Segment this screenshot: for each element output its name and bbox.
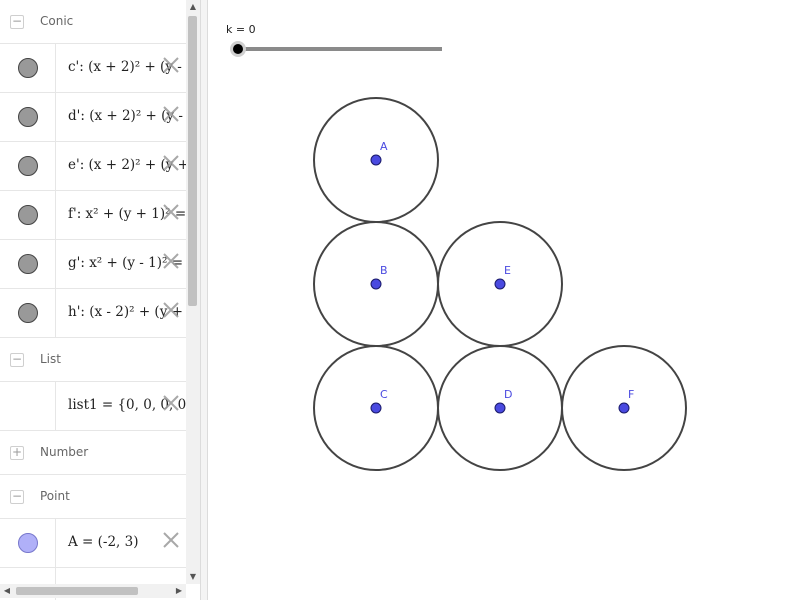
point-E[interactable] — [494, 278, 506, 290]
group-header-number[interactable]: + Number — [0, 431, 186, 475]
slider-label: k = 0 — [226, 23, 256, 36]
marble-cell — [0, 93, 56, 141]
scroll-up-icon[interactable]: ▲ — [186, 0, 200, 14]
visibility-toggle[interactable] — [18, 303, 38, 323]
object-definition[interactable]: A = (-2, 3) — [68, 534, 139, 550]
group-label: Conic — [40, 14, 74, 28]
point-D[interactable] — [494, 402, 506, 414]
points-layer: A B C D E F — [370, 140, 634, 414]
marble-cell — [0, 519, 56, 567]
expand-icon[interactable]: + — [10, 446, 24, 460]
visibility-toggle[interactable] — [18, 156, 38, 176]
horizontal-scrollbar[interactable]: ◀ ▶ — [0, 584, 186, 598]
graphics-canvas[interactable]: A B C D E F — [208, 0, 800, 600]
view-splitter[interactable] — [200, 0, 208, 600]
algebra-item[interactable]: g': x² + (y - 1)² = 1 — [0, 240, 186, 289]
algebra-item[interactable]: e': (x + 2)² + (y + 1)² = 1 — [0, 142, 186, 191]
algebra-item[interactable]: d': (x + 2)² + (y - 1)² = 1 — [0, 93, 186, 142]
marble-cell — [0, 240, 56, 288]
delete-icon[interactable] — [162, 252, 180, 270]
delete-icon[interactable] — [162, 56, 180, 74]
point-label-D: D — [504, 388, 512, 401]
point-B[interactable] — [370, 278, 382, 290]
algebra-item[interactable]: A = (-2, 3) — [0, 519, 186, 568]
delete-icon[interactable] — [162, 301, 180, 319]
slider-handle-dot[interactable] — [233, 44, 243, 54]
group-header-point[interactable]: − Point — [0, 475, 186, 519]
marble-cell — [0, 142, 56, 190]
group-label: List — [40, 352, 61, 366]
algebra-item[interactable]: f': x² + (y + 1)² = 1 — [0, 191, 186, 240]
visibility-toggle[interactable] — [18, 107, 38, 127]
vertical-scrollbar[interactable]: ▲ ▼ — [186, 0, 200, 584]
algebra-list: − Conic c': (x + 2)² + (y - 3)² = 1 d': … — [0, 0, 186, 600]
delete-icon[interactable] — [162, 203, 180, 221]
marble-cell — [0, 191, 56, 239]
slider-handle[interactable] — [230, 41, 246, 57]
marble-cell — [0, 44, 56, 92]
point-label-C: C — [380, 388, 388, 401]
point-F[interactable] — [618, 402, 630, 414]
algebra-item[interactable]: c': (x + 2)² + (y - 3)² = 1 — [0, 44, 186, 93]
scroll-left-icon[interactable]: ◀ — [0, 584, 14, 598]
collapse-icon[interactable]: − — [10, 490, 24, 504]
group-header-conic[interactable]: − Conic — [0, 0, 186, 44]
algebra-item[interactable]: h': (x - 2)² + (y + 1)² = 1 — [0, 289, 186, 338]
delete-icon[interactable] — [162, 531, 180, 549]
delete-icon[interactable] — [162, 105, 180, 123]
collapse-icon[interactable]: − — [10, 353, 24, 367]
point-C[interactable] — [370, 402, 382, 414]
point-label-F: F — [628, 388, 634, 401]
marble-cell — [0, 289, 56, 337]
group-label: Number — [40, 445, 89, 459]
point-label-B: B — [380, 264, 388, 277]
graphics-view[interactable]: k = 0 A B C D E F — [208, 0, 800, 600]
delete-icon[interactable] — [162, 154, 180, 172]
algebra-item[interactable]: list1 = {0, 0, 0, 0, 0, 0} — [0, 382, 186, 431]
visibility-toggle[interactable] — [18, 254, 38, 274]
visibility-toggle[interactable] — [18, 58, 38, 78]
group-label: Point — [40, 489, 70, 503]
collapse-icon[interactable]: − — [10, 15, 24, 29]
marble-cell — [0, 382, 56, 430]
vertical-scroll-thumb[interactable] — [188, 16, 197, 306]
delete-icon[interactable] — [162, 394, 180, 412]
visibility-toggle[interactable] — [18, 533, 38, 553]
point-label-A: A — [380, 140, 388, 153]
point-label-E: E — [504, 264, 511, 277]
point-A[interactable] — [370, 154, 382, 166]
visibility-toggle[interactable] — [18, 205, 38, 225]
horizontal-scroll-thumb[interactable] — [16, 587, 138, 595]
scroll-down-icon[interactable]: ▼ — [186, 570, 200, 584]
scroll-right-icon[interactable]: ▶ — [172, 584, 186, 598]
group-header-list[interactable]: − List — [0, 338, 186, 382]
algebra-view: − Conic c': (x + 2)² + (y - 3)² = 1 d': … — [0, 0, 200, 600]
